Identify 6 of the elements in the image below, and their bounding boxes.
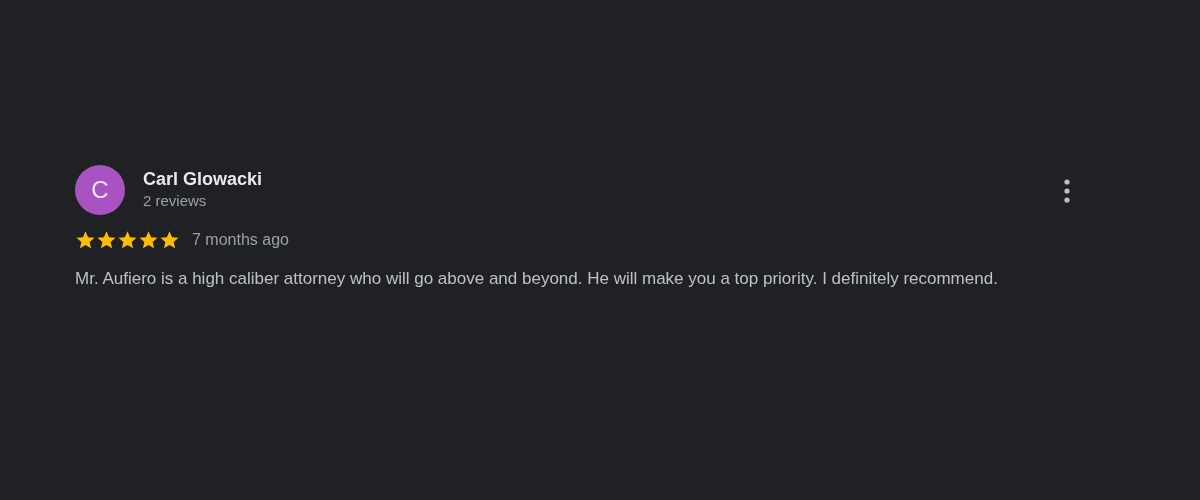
more-options-icon[interactable] <box>1064 179 1070 203</box>
avatar: C <box>75 165 125 215</box>
author-name[interactable]: Carl Glowacki <box>143 167 263 191</box>
review-count: 2 reviews <box>143 191 207 211</box>
review-time: 7 months ago <box>192 231 289 249</box>
review-text: Mr. Aufiero is a high caliber attorney who will go above and beyond. He will make you a top priority. I definitely recommend. <box>75 268 999 290</box>
